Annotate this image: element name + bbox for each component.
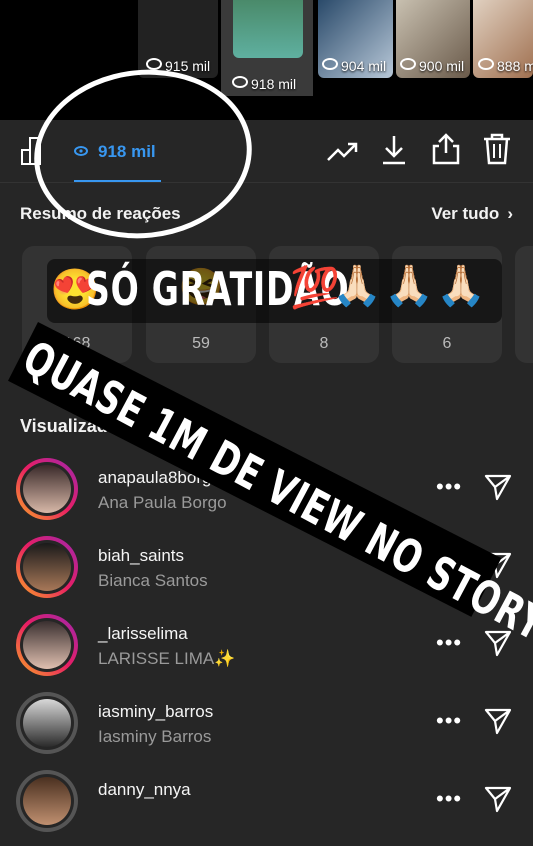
more-options-icon[interactable]: •••	[436, 786, 462, 812]
eye-icon	[146, 58, 162, 70]
trending-icon[interactable]	[326, 138, 360, 164]
viewer-full-name: Ana Paula Borgo	[98, 493, 227, 512]
viewer-row[interactable]: danny_nnya •••	[0, 770, 533, 846]
chevron-right-icon: ›	[507, 204, 513, 223]
eye-icon	[478, 58, 494, 70]
views-count: 888 m	[497, 58, 533, 74]
avatar[interactable]	[16, 458, 78, 520]
thumb-views-3: 904 mil	[322, 58, 386, 74]
see-all-link[interactable]: Ver tudo ›	[431, 204, 513, 224]
praying-hands-emoji: 🙏🏻	[332, 264, 382, 308]
reaction-count: 8	[319, 335, 329, 352]
send-icon[interactable]	[483, 784, 513, 814]
reaction-count: 6	[442, 335, 452, 352]
thumb-views-2: 918 mil	[232, 76, 296, 92]
views-count: 900 mil	[419, 58, 465, 74]
thumb-views-4: 900 mil	[400, 58, 464, 74]
share-icon[interactable]	[430, 132, 462, 166]
story-thumbnail-2[interactable]	[233, 0, 303, 58]
viewer-username[interactable]: biah_saints	[98, 546, 184, 566]
avatar[interactable]	[16, 770, 78, 832]
send-icon[interactable]	[483, 472, 513, 502]
more-options-icon[interactable]: •••	[436, 474, 462, 500]
see-all-label: Ver tudo	[431, 204, 500, 223]
thumb-views-5: 888 m	[478, 58, 533, 74]
views-count: 904 mil	[341, 58, 387, 74]
send-icon[interactable]	[483, 706, 513, 736]
viewer-username[interactable]: _larisselima	[98, 624, 188, 644]
reaction-count: 59	[192, 335, 210, 352]
praying-hands-emoji: 🙏🏻	[384, 264, 434, 308]
download-icon[interactable]	[380, 134, 408, 166]
avatar[interactable]	[16, 692, 78, 754]
viewer-username[interactable]: iasminy_barros	[98, 702, 213, 722]
avatar[interactable]	[16, 536, 78, 598]
more-options-icon[interactable]: •••	[436, 630, 462, 656]
eye-icon	[400, 58, 416, 70]
reaction-card-5[interactable]	[515, 246, 533, 363]
viewer-row[interactable]: iasminy_barros Iasminy Barros •••	[0, 692, 533, 768]
viewer-full-name: Bianca Santos	[98, 571, 208, 590]
viewer-full-name: Iasminy Barros	[98, 727, 212, 746]
viewer-row[interactable]: _larisselima LARISSE LIMA✨ •••	[0, 614, 533, 690]
avatar[interactable]	[16, 614, 78, 676]
more-options-icon[interactable]: •••	[436, 708, 462, 734]
trash-icon[interactable]	[482, 132, 512, 166]
viewer-full-name: LARISSE LIMA✨	[98, 649, 236, 668]
views-count: 918 mil	[251, 76, 297, 92]
eye-icon	[232, 76, 248, 88]
praying-hands-emoji: 🙏🏻	[436, 264, 486, 308]
viewer-username[interactable]: danny_nnya	[98, 780, 191, 800]
eye-icon	[322, 58, 338, 70]
